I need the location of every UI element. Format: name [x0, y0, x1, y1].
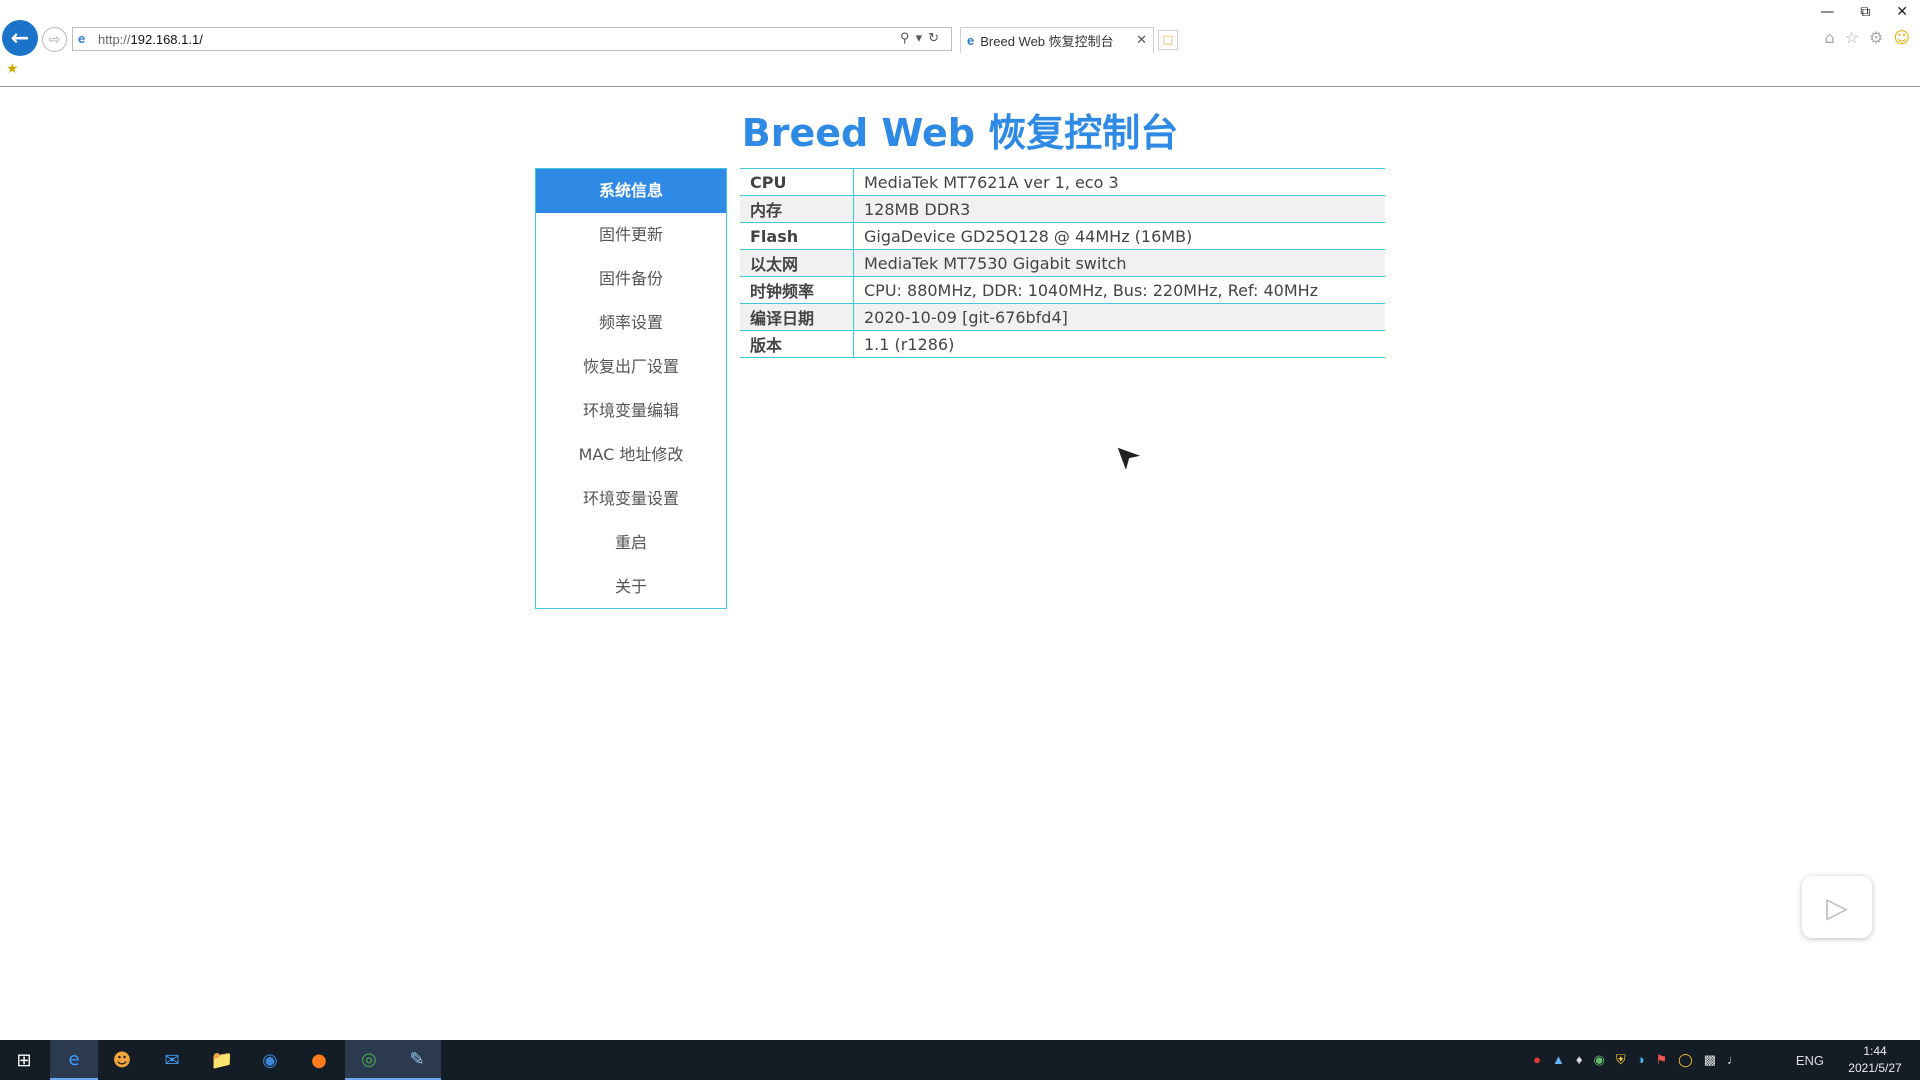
row-key: 版本	[740, 330, 854, 358]
row-value: 2020-10-09 [git-676bfd4]	[853, 303, 1385, 331]
network-icon[interactable]: ▩	[1704, 1052, 1716, 1068]
minimize-icon[interactable]: —	[1820, 4, 1834, 20]
restore-icon[interactable]: ⧉	[1860, 4, 1870, 20]
sidebar-item-mac-address[interactable]: MAC 地址修改	[536, 433, 726, 477]
tray-circle-icon[interactable]: ◑	[1637, 1052, 1645, 1068]
home-icon[interactable]: ⌂	[1824, 28, 1834, 47]
clock[interactable]: 1:44 2021/5/27	[1840, 1043, 1910, 1077]
shield-icon[interactable]: ⛨	[1616, 1052, 1626, 1068]
new-tab-button[interactable]: □	[1158, 30, 1178, 50]
tray-app-icon[interactable]: ▲	[1552, 1052, 1565, 1068]
row-key: 以太网	[740, 249, 854, 277]
row-value: MediaTek MT7530 Gigabit switch	[853, 249, 1385, 277]
close-window-icon[interactable]: ✕	[1896, 4, 1908, 20]
row-value: 128MB DDR3	[853, 195, 1385, 223]
system-tray: ● ▲ ♦ ◉ ⛨ ◑ ⚑ ◯ ▩ ♩	[1533, 1052, 1740, 1068]
clock-date: 2021/5/27	[1848, 1061, 1902, 1075]
dropdown-icon[interactable]: ▾	[916, 30, 929, 45]
chrome-icon[interactable]: ◎	[345, 1040, 393, 1080]
sidebar-item-firmware-update[interactable]: 固件更新	[536, 213, 726, 257]
feedback-smiley-icon[interactable]: ☺	[1893, 28, 1910, 47]
page-title: Breed Web 恢复控制台	[741, 111, 1179, 155]
play-overlay-button[interactable]: ▷	[1802, 876, 1872, 938]
search-icon[interactable]: ⚲	[900, 30, 916, 45]
row-key: Flash	[740, 222, 854, 250]
add-favorite-icon[interactable]: ★	[6, 61, 19, 77]
windows-start-icon[interactable]: ⊞	[0, 1040, 48, 1080]
sidebar-item-env-settings[interactable]: 环境变量设置	[536, 477, 726, 521]
table-row: 时钟频率 CPU: 880MHz, DDR: 1040MHz, Bus: 220…	[740, 276, 1385, 304]
window-controls: — ⧉ ✕	[1820, 4, 1908, 20]
address-bar[interactable]: e http://192.168.1.1/ ⚲▾↻	[72, 27, 952, 51]
address-tools[interactable]: ⚲▾↻	[900, 30, 945, 46]
url-prefix: http://	[98, 31, 131, 47]
browser-chrome: ← ⇨ e http://192.168.1.1/ ⚲▾↻ e Breed We…	[0, 0, 1920, 87]
row-key: 编译日期	[740, 303, 854, 331]
tab-title: Breed Web 恢复控制台	[980, 34, 1114, 49]
row-key: 时钟频率	[740, 276, 854, 304]
row-key: CPU	[740, 168, 854, 196]
tray-flag-icon[interactable]: ⚑	[1655, 1052, 1667, 1068]
system-info-table: CPU MediaTek MT7621A ver 1, eco 3 内存 128…	[740, 168, 1385, 358]
sidebar-item-factory-reset[interactable]: 恢复出厂设置	[536, 345, 726, 389]
firefox-icon[interactable]: ●	[295, 1040, 343, 1080]
ie-tab-icon: e	[967, 33, 975, 48]
url-host: 192.168.1.1/	[130, 31, 203, 47]
table-row: 版本 1.1 (r1286)	[740, 330, 1385, 358]
browser-tab[interactable]: e Breed Web 恢复控制台 ✕	[960, 27, 1154, 53]
mail-icon[interactable]: ✉	[148, 1040, 196, 1080]
notepad-icon[interactable]: ✎	[393, 1040, 441, 1080]
mouse-cursor-icon	[1114, 444, 1148, 476]
refresh-icon[interactable]: ↻	[928, 30, 945, 45]
volume-icon[interactable]: ♩	[1727, 1052, 1740, 1068]
tray-bell-icon[interactable]: ♦	[1576, 1052, 1583, 1068]
browser-toolbar-icons: ⌂ ☆ ⚙ ☺	[1824, 28, 1910, 47]
record-icon[interactable]: ●	[1533, 1052, 1541, 1068]
tray-key-icon[interactable]: ◯	[1678, 1052, 1693, 1068]
table-row: 编译日期 2020-10-09 [git-676bfd4]	[740, 303, 1385, 331]
sidebar-item-firmware-backup[interactable]: 固件备份	[536, 257, 726, 301]
table-row: Flash GigaDevice GD25Q128 @ 44MHz (16MB)	[740, 222, 1385, 250]
sidebar-item-about[interactable]: 关于	[536, 565, 726, 609]
table-row: CPU MediaTek MT7621A ver 1, eco 3	[740, 168, 1385, 196]
row-value: MediaTek MT7621A ver 1, eco 3	[853, 168, 1385, 196]
clock-time: 1:44	[1863, 1044, 1887, 1058]
sidebar-menu: 系统信息 固件更新 固件备份 频率设置 恢复出厂设置 环境变量编辑 MAC 地址…	[535, 168, 727, 609]
ie-taskbar-icon[interactable]: e	[50, 1040, 98, 1080]
sidebar-item-env-edit[interactable]: 环境变量编辑	[536, 389, 726, 433]
tray-network-app-icon[interactable]: ◉	[1594, 1052, 1605, 1068]
sidebar-item-reboot[interactable]: 重启	[536, 521, 726, 565]
taskbar: ⊞ e ☻ ✉ 📁 ◉ ● ◎ ✎ ● ▲ ♦ ◉ ⛨ ◑ ⚑ ◯ ▩ ♩ EN…	[0, 1040, 1920, 1080]
sidebar-item-system-info[interactable]: 系统信息	[536, 169, 726, 213]
favorites-star-icon[interactable]: ☆	[1845, 28, 1859, 47]
row-value: 1.1 (r1286)	[853, 330, 1385, 358]
ie-page-icon: e	[78, 31, 86, 46]
close-tab-icon[interactable]: ✕	[1136, 32, 1147, 48]
qbittorrent-icon[interactable]: ◉	[246, 1040, 294, 1080]
settings-gear-icon[interactable]: ⚙	[1869, 28, 1883, 47]
file-explorer-icon[interactable]: 📁	[198, 1040, 246, 1080]
row-key: 内存	[740, 195, 854, 223]
row-value: CPU: 880MHz, DDR: 1040MHz, Bus: 220MHz, …	[853, 276, 1385, 304]
language-indicator[interactable]: ENG	[1796, 1053, 1824, 1068]
back-button[interactable]: ←	[2, 20, 38, 56]
row-value: GigaDevice GD25Q128 @ 44MHz (16MB)	[853, 222, 1385, 250]
sidebar-item-frequency-settings[interactable]: 频率设置	[536, 301, 726, 345]
table-row: 以太网 MediaTek MT7530 Gigabit switch	[740, 249, 1385, 277]
app-face-icon[interactable]: ☻	[98, 1040, 146, 1080]
forward-button[interactable]: ⇨	[42, 27, 67, 52]
table-row: 内存 128MB DDR3	[740, 195, 1385, 223]
